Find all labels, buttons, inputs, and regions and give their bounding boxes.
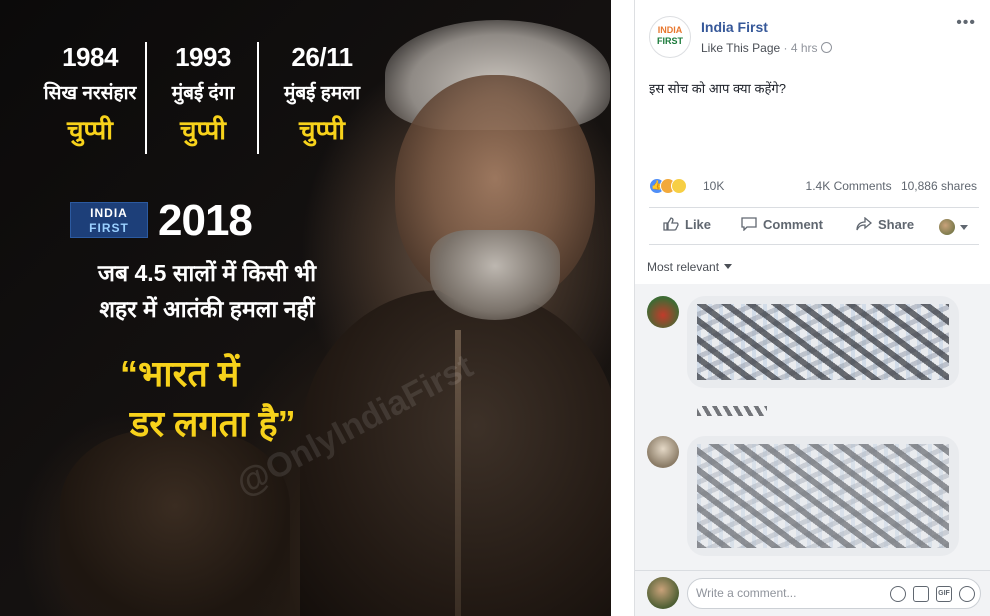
logo-text: FIRST [89,221,129,235]
like-page-link[interactable]: Like This Page [701,41,780,55]
quote-line-1: “भारत में [120,353,240,394]
caret-down-icon [960,225,968,230]
gif-icon[interactable]: GIF [936,586,952,602]
column-year: 1993 [175,42,231,72]
comment-bubble [687,296,959,388]
redacted-comment [697,304,949,380]
comment-input-wrapper: GIF [687,578,981,609]
emoji-icon[interactable] [890,586,906,602]
column-event: सिख नरसंहार [43,83,137,104]
haha-reaction-icon [671,178,687,194]
year-2018: 2018 [158,196,253,245]
india-first-logo: INDIA FIRST [70,202,148,238]
globe-icon [820,42,832,53]
column-event: मुंबई दंगा [171,83,235,104]
meta-separator: · [780,41,791,55]
engagement-counts: 1.4K Comments 10,886 shares [806,179,977,193]
sticker-icon[interactable] [959,586,975,602]
post-text: इस सोच को आप क्या कहेंगे? [649,81,786,96]
caption-line-1: जब 4.5 सालों में किसी भी [97,260,317,286]
choose-identity-button[interactable] [939,219,968,235]
write-comment-bar: GIF [635,570,990,616]
avatar-text: INDIA [657,25,683,35]
column-year: 26/11 [291,42,353,72]
reaction-count: 10K [703,179,725,193]
user-avatar [939,219,955,235]
divider [257,42,259,154]
shares-count-link[interactable]: 10,886 shares [901,179,977,193]
column-silence: चुप्पी [298,115,346,145]
post-image[interactable]: 1984 सिख नरसंहार चुप्पी 1993 मुंबई दंगा … [0,0,611,616]
post-panel: INDIA FIRST India First Like This Page ·… [634,0,990,616]
column-silence: चुप्पी [179,115,227,145]
thumbs-up-icon [663,217,679,231]
post-time[interactable]: 4 hrs [791,41,818,55]
page-name-link[interactable]: India First [701,19,768,35]
comments-list [635,284,990,570]
column-event: मुंबई हमला [283,83,361,104]
action-bar: Like Comment Share [649,207,979,245]
post-meta: Like This Page · 4 hrs [701,41,832,55]
column-year: 1984 [62,42,118,72]
more-options-icon[interactable]: ••• [956,14,976,32]
commenter-avatar[interactable] [647,436,679,468]
caret-down-icon [724,264,733,269]
comments-count-link[interactable]: 1.4K Comments [806,179,892,193]
user-avatar [647,577,679,609]
comment-bubble [687,436,959,556]
column-1993: 1993 मुंबई दंगा चुप्पी [143,42,263,147]
commenter-avatar[interactable] [647,296,679,328]
comment-button[interactable]: Comment [741,217,823,232]
share-label: Share [878,217,915,232]
share-button[interactable]: Share [856,217,914,232]
share-icon [856,217,872,231]
logo-text: INDIA [90,206,128,220]
column-1984: 1984 सिख नरसंहार चुप्पी [30,42,150,147]
page-avatar[interactable]: INDIA FIRST [649,16,691,58]
sort-label: Most relevant [647,260,720,274]
redacted-comment [697,444,949,548]
comment-sort-dropdown[interactable]: Most relevant [647,260,733,274]
column-silence: चुप्पी [66,115,114,145]
caption-line-2: शहर में आतंकी हमला नहीं [99,296,315,322]
avatar-text: FIRST [657,36,683,46]
column-26-11: 26/11 मुंबई हमला चुप्पी [262,42,382,147]
comment-label: Comment [763,217,823,232]
comment-input[interactable] [696,586,866,600]
like-button[interactable]: Like [663,217,711,232]
camera-icon[interactable] [913,586,929,602]
like-label: Like [685,217,712,232]
comment-icon [741,217,757,231]
beard-shape [430,230,560,320]
quote-line-2: डर लगता है” [130,403,296,444]
redacted-comment-actions [697,406,767,416]
